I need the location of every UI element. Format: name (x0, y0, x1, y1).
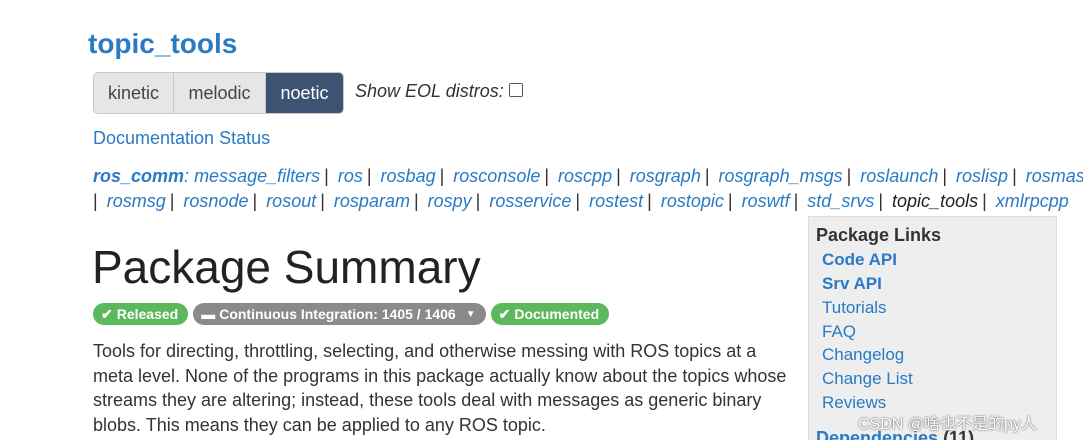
documented-badge: ✔ Documented (490, 303, 610, 325)
separator: | (93, 191, 98, 211)
package-description: Tools for directing, throttling, selecti… (93, 341, 787, 435)
continuous-integration-badge[interactable]: ▬ Continuous Integration: 1405 / 1406 ▼ (193, 303, 486, 325)
distro-noetic-button[interactable]: noetic (266, 73, 343, 113)
separator: | (475, 191, 481, 211)
check-icon: ✔ (101, 305, 113, 322)
distro-kinetic-button[interactable]: kinetic (94, 73, 174, 113)
ci-badge-label: Continuous Integration: 1405 / 1406 (219, 306, 456, 322)
separator: | (544, 166, 550, 186)
show-eol-label: Show EOL distros: (355, 81, 504, 101)
separator: | (1012, 166, 1017, 186)
separator: | (252, 191, 258, 211)
change-list-link[interactable]: Change List (822, 369, 913, 389)
package-summary-heading: Package Summary (92, 241, 481, 293)
distro-selector: kinetic melodic noetic (93, 72, 344, 114)
check-icon: ✔ (498, 305, 511, 322)
pkg-link-roslaunch[interactable]: roslaunch (860, 166, 938, 186)
caret-down-icon[interactable]: ▼ (466, 309, 476, 320)
show-eol-checkbox[interactable] (508, 82, 523, 97)
pkg-link-rostest[interactable]: rostest (589, 191, 643, 211)
separator: | (439, 166, 445, 186)
stack-name-link[interactable]: ros_comm (93, 166, 184, 186)
separator: | (647, 191, 652, 211)
pkg-link-ros[interactable]: ros (338, 166, 363, 186)
pkg-link-rosgraph[interactable]: rosgraph (630, 166, 701, 186)
pkg-link-xmlrpcpp[interactable]: xmlrpcpp (996, 191, 1069, 211)
separator: | (878, 191, 884, 211)
package-links-title: Package Links (816, 225, 942, 245)
released-badge: ✔ Released (93, 303, 189, 325)
documentation-status-link[interactable]: Documentation Status (93, 128, 270, 149)
documented-badge-label: Documented (514, 306, 600, 322)
pkg-link-rosparam[interactable]: rosparam (334, 191, 410, 211)
separator: | (324, 166, 329, 186)
separator: | (616, 166, 621, 186)
csdn-watermark: CSDN @啥也不是的py人 (858, 416, 1037, 433)
stack-colon: : (184, 166, 195, 186)
minus-icon: ▬ (201, 306, 216, 322)
pkg-link-rosnode[interactable]: rosnode (183, 191, 248, 211)
separator: | (846, 166, 852, 186)
pkg-link-rosbag[interactable]: rosbag (381, 166, 436, 186)
separator: | (575, 191, 581, 211)
distro-melodic-button[interactable]: melodic (174, 73, 266, 113)
current-package-label: topic_tools (892, 191, 979, 211)
stack-packages-line-1: ros_comm: message_filters | ros | rosbag | … (93, 166, 1083, 187)
pkg-link-rosgraph-msgs[interactable]: rosgraph_msgs (719, 166, 843, 186)
show-eol-distros: Show EOL distros: (355, 81, 523, 102)
pkg-link-roslisp[interactable]: roslisp (956, 166, 1008, 186)
separator: | (793, 191, 799, 211)
pkg-link-rospy[interactable]: rospy (428, 191, 472, 211)
package-title[interactable]: topic_tools (88, 28, 237, 60)
pkg-link-rostopic[interactable]: rostopic (661, 191, 724, 211)
pkg-link-rosmaster[interactable]: rosmaster (1026, 166, 1083, 186)
separator: | (704, 166, 710, 186)
package-links-sidebar: Package Links Code API Srv API Tutorials… (808, 216, 1057, 440)
separator: | (169, 191, 175, 211)
separator: | (366, 166, 372, 186)
separator: | (413, 191, 419, 211)
stack-packages-line-2: | rosmsg | rosnode | rosout | rosparam | ros… (93, 191, 1069, 212)
released-badge-label: Released (116, 306, 179, 322)
status-badges: ✔ Released ▬ Continuous Integration: 140… (93, 303, 610, 325)
separator: | (982, 191, 987, 211)
pkg-link-roswtf[interactable]: roswtf (742, 191, 790, 211)
faq-link[interactable]: FAQ (822, 322, 856, 342)
separator: | (727, 191, 733, 211)
srv-api-link[interactable]: Srv API (822, 274, 882, 294)
code-api-link[interactable]: Code API (822, 250, 897, 270)
pkg-link-roscpp[interactable]: roscpp (558, 166, 612, 186)
separator: | (942, 166, 948, 186)
pkg-link-rosservice[interactable]: rosservice (489, 191, 571, 211)
pkg-link-rosconsole[interactable]: rosconsole (453, 166, 540, 186)
tutorials-link[interactable]: Tutorials (822, 298, 887, 318)
separator: | (320, 191, 325, 211)
pkg-link-message-filters[interactable]: message_filters (194, 166, 320, 186)
changelog-link[interactable]: Changelog (822, 345, 904, 365)
pkg-link-rosout[interactable]: rosout (266, 191, 316, 211)
pkg-link-std-srvs[interactable]: std_srvs (807, 191, 874, 211)
pkg-link-rosmsg[interactable]: rosmsg (107, 191, 166, 211)
